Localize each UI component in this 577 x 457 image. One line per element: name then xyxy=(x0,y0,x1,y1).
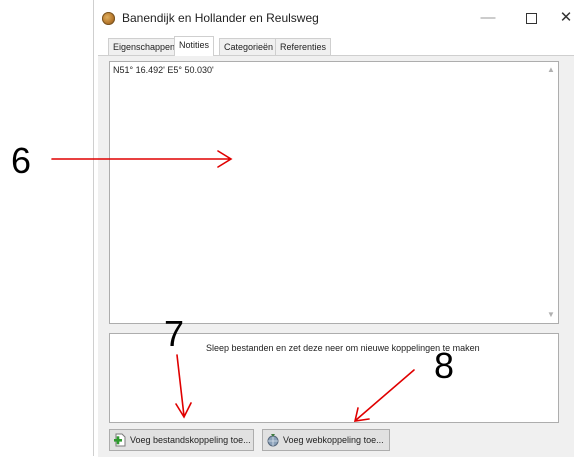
tab-notities[interactable]: Notities xyxy=(174,36,215,56)
window-title: Banendijk en Hollander en Reulsweg xyxy=(122,11,319,25)
add-web-link-button[interactable]: Voeg webkoppeling toe... xyxy=(262,429,390,451)
notes-window: Banendijk en Hollander en Reulsweg — ✕ E… xyxy=(93,0,577,457)
annotation-number-7: 7 xyxy=(164,313,185,354)
annotation-number-6: 6 xyxy=(11,140,32,181)
annotation-number-8: 8 xyxy=(434,345,455,386)
add-file-link-button[interactable]: Voeg bestandskoppeling toe... xyxy=(109,429,254,451)
file-add-icon xyxy=(114,433,126,447)
tab-referenties[interactable]: Referenties xyxy=(275,38,332,55)
title-bar[interactable]: Banendijk en Hollander en Reulsweg — ✕ xyxy=(94,0,577,36)
minimize-button[interactable]: — xyxy=(477,8,499,28)
add-web-link-label: Voeg webkoppeling toe... xyxy=(283,435,384,445)
maximize-button[interactable] xyxy=(520,8,542,28)
tab-categorieen[interactable]: Categorieën xyxy=(219,38,279,55)
tab-eigenschappen[interactable]: Eigenschappen xyxy=(108,38,181,55)
scroll-down-icon[interactable]: ▼ xyxy=(546,310,556,320)
notes-text: N51° 16.492' E5° 50.030' xyxy=(113,65,214,75)
notes-textarea[interactable]: N51° 16.492' E5° 50.030' ▲ ▼ xyxy=(109,61,559,324)
scroll-up-icon[interactable]: ▲ xyxy=(546,65,556,75)
maximize-icon xyxy=(525,13,537,24)
geocache-coin-icon xyxy=(102,12,115,25)
add-file-link-label: Voeg bestandskoppeling toe... xyxy=(130,435,251,445)
close-button[interactable]: ✕ xyxy=(555,8,577,28)
globe-link-icon xyxy=(267,434,279,447)
